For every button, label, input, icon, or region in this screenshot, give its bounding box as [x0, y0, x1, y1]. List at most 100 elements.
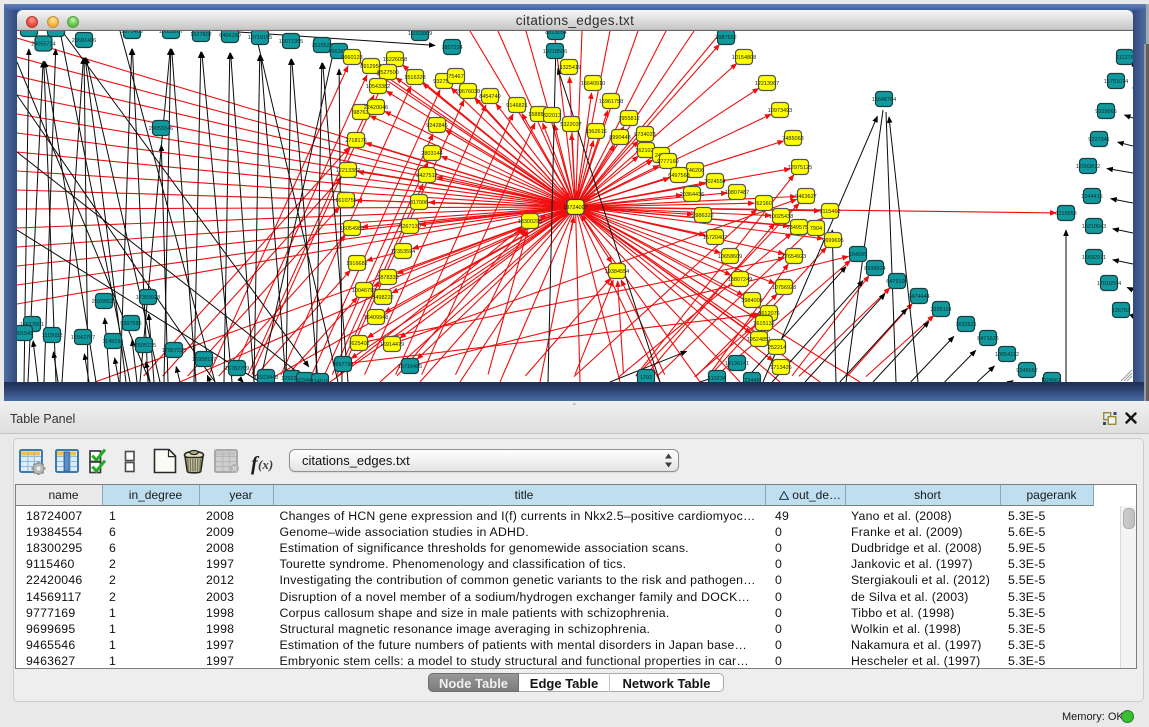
- svg-text:164095: 164095: [849, 252, 867, 258]
- svg-text:18807249: 18807249: [728, 277, 752, 283]
- svg-text:17654923: 17654923: [782, 254, 806, 260]
- svg-text:2069140: 2069140: [45, 31, 66, 33]
- svg-text:16961758: 16961758: [599, 99, 623, 105]
- svg-text:75467: 75467: [448, 74, 463, 80]
- svg-text:12093872: 12093872: [1076, 164, 1100, 170]
- svg-text:15716485: 15716485: [398, 364, 422, 370]
- svg-text:2803144: 2803144: [421, 151, 442, 157]
- svg-text:9242845: 9242845: [426, 123, 447, 129]
- svg-text:9227341: 9227341: [1088, 137, 1109, 143]
- svg-text:817006: 817006: [410, 200, 428, 206]
- svg-text:16648784: 16648784: [872, 97, 896, 103]
- svg-text:10756928: 10756928: [772, 285, 796, 291]
- svg-text:1292: 1292: [640, 375, 652, 381]
- svg-text:10046798: 10046798: [352, 288, 376, 294]
- svg-text:16782759: 16782759: [225, 366, 249, 372]
- svg-text:8267130: 8267130: [399, 224, 420, 230]
- svg-text:16958117: 16958117: [192, 357, 216, 363]
- svg-text:18724007: 18724007: [563, 205, 587, 211]
- svg-text:5878332: 5878332: [377, 275, 398, 281]
- svg-text:2935114: 2935114: [930, 307, 951, 313]
- svg-text:8471626: 8471626: [977, 336, 998, 342]
- svg-text:2718176: 2718176: [345, 138, 366, 144]
- svg-text:10658609: 10658609: [718, 254, 742, 260]
- svg-text:1244415: 1244415: [1081, 194, 1102, 200]
- svg-text:12353594: 12353594: [391, 249, 415, 255]
- svg-text:10025438: 10025438: [769, 214, 793, 220]
- svg-text:20364436: 20364436: [680, 192, 704, 198]
- svg-text:9777169: 9777169: [657, 159, 678, 165]
- svg-text:15720407: 15720407: [703, 235, 727, 241]
- svg-text:7485063: 7485063: [782, 136, 803, 142]
- svg-text:14136141: 14136141: [725, 361, 749, 367]
- svg-text:15226058: 15226058: [383, 57, 407, 63]
- svg-text:29053346: 29053346: [149, 126, 173, 132]
- svg-text:12213967: 12213967: [755, 81, 779, 87]
- svg-text:15751074: 15751074: [1104, 79, 1128, 85]
- svg-text:20206526: 20206526: [92, 299, 116, 305]
- svg-text:8938924: 8938924: [864, 266, 885, 272]
- svg-text:9427512: 9427512: [416, 173, 437, 179]
- svg-text:9657791: 9657791: [332, 362, 353, 368]
- svg-text:924561: 924561: [1043, 378, 1061, 382]
- svg-text:114519: 114519: [311, 379, 329, 382]
- svg-text:29676038: 29676038: [456, 89, 480, 95]
- svg-text:822013: 822013: [543, 113, 561, 119]
- svg-text:9734023: 9734023: [634, 132, 655, 138]
- svg-text:19218506: 19218506: [543, 49, 567, 55]
- svg-text:6466160: 6466160: [219, 33, 240, 39]
- svg-text:1615132: 1615132: [753, 321, 774, 327]
- svg-text:9527500: 9527500: [377, 70, 398, 76]
- svg-text:7857224: 7857224: [441, 45, 462, 51]
- svg-text:16914479: 16914479: [380, 342, 404, 348]
- svg-text:19384554: 19384554: [605, 269, 629, 275]
- svg-text:10543382: 10543382: [366, 84, 390, 90]
- svg-text:16210643: 16210643: [1082, 224, 1106, 230]
- svg-text:1610755: 1610755: [335, 198, 356, 204]
- svg-text:391541: 391541: [17, 331, 33, 337]
- svg-text:18300295: 18300295: [518, 219, 542, 225]
- svg-text:62160: 62160: [756, 201, 771, 207]
- svg-text:12213382: 12213382: [336, 168, 360, 174]
- svg-text:9397586: 9397586: [120, 321, 141, 327]
- svg-text:9474444: 9474444: [908, 294, 929, 300]
- svg-text:8215958: 8215958: [1055, 211, 1076, 217]
- svg-text:252214: 252214: [768, 345, 786, 351]
- svg-text:9699695: 9699695: [822, 238, 843, 244]
- svg-text:10154808: 10154808: [732, 55, 756, 61]
- svg-text:22420046: 22420046: [364, 105, 388, 111]
- svg-text:6497568: 6497568: [668, 173, 689, 179]
- svg-text:3984007: 3984007: [741, 298, 762, 304]
- svg-text:9463627: 9463627: [795, 194, 816, 200]
- svg-text:9245652: 9245652: [1016, 368, 1037, 374]
- svg-text:111276: 111276: [1116, 55, 1133, 61]
- svg-text:24055724: 24055724: [31, 41, 55, 47]
- svg-text:9329966: 9329966: [1095, 109, 1116, 115]
- svg-text:15692971: 15692971: [1082, 255, 1106, 261]
- svg-text:9660123: 9660123: [341, 55, 362, 61]
- svg-text:16054985: 16054985: [340, 226, 364, 232]
- svg-text:2087652: 2087652: [715, 35, 736, 41]
- svg-text:3024554: 3024554: [704, 179, 725, 185]
- svg-text:1362615: 1362615: [585, 129, 606, 135]
- svg-text:10807487: 10807487: [725, 190, 749, 196]
- svg-text:23448: 23448: [744, 378, 759, 382]
- svg-text:10553267: 10553267: [159, 31, 183, 35]
- svg-text:10973493: 10973493: [768, 108, 792, 114]
- svg-text:20691406: 20691406: [72, 38, 96, 44]
- svg-text:16409948: 16409948: [364, 315, 388, 321]
- svg-text:10654112: 10654112: [995, 352, 1019, 358]
- svg-text:8990448: 8990448: [609, 135, 630, 141]
- svg-text:1145194: 1145194: [102, 339, 123, 345]
- svg-text:8813054: 8813054: [545, 31, 566, 36]
- svg-text:1713426: 1713426: [770, 365, 791, 371]
- svg-text:9115460: 9115460: [819, 209, 840, 215]
- svg-text:119234: 119234: [708, 376, 726, 382]
- svg-text:1516328: 1516328: [404, 75, 425, 81]
- svg-text:3498222: 3498222: [372, 295, 393, 301]
- svg-text:1527602: 1527602: [190, 32, 211, 38]
- svg-text:2071406: 2071406: [121, 31, 142, 35]
- svg-text:5322037: 5322037: [560, 122, 581, 128]
- svg-text:19524851: 19524851: [747, 337, 771, 343]
- svg-text:17957225: 17957225: [162, 348, 186, 354]
